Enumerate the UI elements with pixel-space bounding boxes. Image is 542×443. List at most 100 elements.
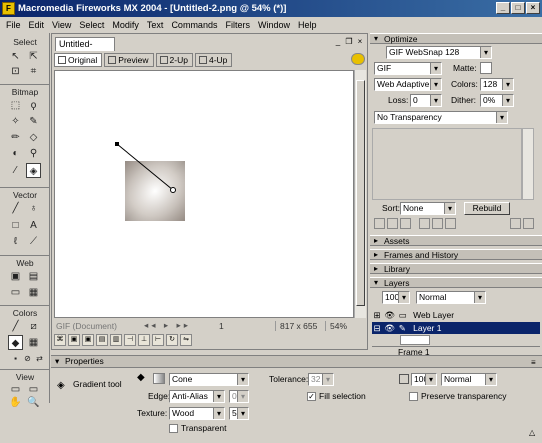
marquee-icon[interactable]: ⬚	[8, 98, 23, 113]
freeform-icon[interactable]: ℓ	[8, 234, 23, 249]
edge-value-input[interactable]: 0	[229, 390, 249, 403]
edit-color-icon[interactable]	[374, 218, 385, 229]
text-icon[interactable]: A	[26, 218, 41, 233]
fill-bucket-icon[interactable]: ◆	[137, 372, 149, 384]
group-icon[interactable]: ⌘	[54, 334, 66, 346]
fill-type-select[interactable]: Cone	[169, 373, 249, 386]
quick-export-icon[interactable]	[351, 53, 365, 65]
blur-icon[interactable]: ◐	[8, 146, 23, 161]
load-palette-icon[interactable]	[510, 218, 521, 229]
save-palette-icon[interactable]	[523, 218, 534, 229]
brush-icon[interactable]: ✎	[26, 114, 41, 129]
align-right-icon[interactable]: ⊢	[152, 334, 164, 346]
maximize-button[interactable]: □	[511, 2, 525, 14]
swap-colors-icon[interactable]: ⇄	[32, 351, 47, 366]
collapse-icon[interactable]: ⊟	[372, 322, 382, 334]
canvas-area[interactable]	[54, 70, 354, 318]
export-format-select[interactable]: GIF	[374, 62, 442, 75]
arrange-front-icon[interactable]: ▣	[68, 334, 80, 346]
web-snap-icon[interactable]	[400, 218, 411, 229]
gradient-handle-end[interactable]	[170, 187, 176, 193]
canvas-vertical-scrollbar[interactable]	[354, 70, 366, 318]
gradient-handle-start[interactable]	[115, 142, 119, 146]
align-icon[interactable]: ▤	[96, 334, 108, 346]
layer-row-web[interactable]: ⊞ 👁 ▭ Web Layer	[372, 309, 540, 321]
crop-icon[interactable]: ⌗	[26, 64, 41, 79]
rectangle-icon[interactable]: □	[8, 218, 23, 233]
tab-original[interactable]: Original	[54, 53, 103, 67]
menu-commands[interactable]: Commands	[167, 20, 221, 30]
loss-input[interactable]: 0	[410, 94, 442, 107]
transparency-select[interactable]: No Transparency	[374, 111, 508, 124]
arrange-back-icon[interactable]: ▣	[82, 334, 94, 346]
matte-swatch[interactable]	[480, 62, 492, 74]
rotate-icon[interactable]: ↻	[166, 334, 178, 346]
visibility-icon[interactable]: 👁	[384, 322, 396, 334]
fill-selection-checkbox[interactable]: ✓	[307, 392, 316, 401]
document-tab[interactable]: Untitled-2.png*	[55, 37, 115, 62]
tab-4up[interactable]: 4-Up	[194, 53, 233, 67]
close-button[interactable]: ×	[526, 2, 540, 14]
menu-edit[interactable]: Edit	[25, 20, 49, 30]
lasso-icon[interactable]: ϙ	[26, 98, 41, 113]
hand-icon[interactable]: ✋	[8, 395, 23, 410]
pointer-icon[interactable]: ↖	[8, 49, 23, 64]
doc-minimize-icon[interactable]: _	[333, 37, 343, 47]
transparent-checkbox[interactable]	[169, 424, 178, 433]
show-slices-icon[interactable]: ▦	[26, 285, 41, 300]
library-panel-header[interactable]: Library	[370, 263, 542, 274]
frame-controls[interactable]: ◂◂ ▸ ▸▸	[144, 320, 219, 331]
dither-input[interactable]: 0%	[480, 94, 514, 107]
pencil-icon[interactable]: ✏	[8, 130, 23, 145]
texture-select[interactable]: Wood	[169, 407, 225, 420]
menu-file[interactable]: File	[2, 20, 25, 30]
frames-history-panel-header[interactable]: Frames and History	[370, 249, 542, 260]
doc-close-icon[interactable]: ×	[355, 37, 365, 47]
gradient-swatch[interactable]	[153, 373, 165, 384]
magic-wand-icon[interactable]: ✧	[8, 114, 23, 129]
pen-icon[interactable]: ♁	[26, 201, 41, 216]
flip-icon[interactable]: ⇋	[180, 334, 192, 346]
palette-select[interactable]: Web Adaptive	[374, 78, 442, 91]
status-zoom[interactable]: 54%	[325, 320, 355, 331]
menu-filters[interactable]: Filters	[221, 20, 254, 30]
rebuild-button[interactable]: Rebuild	[464, 202, 510, 215]
delete-color-icon[interactable]	[445, 218, 456, 229]
edge-select[interactable]: Anti-Alias	[169, 390, 225, 403]
layer-opacity-input[interactable]: 100	[382, 291, 410, 304]
properties-opacity-input[interactable]: 100	[411, 373, 437, 386]
status-dimensions[interactable]: 817 x 655	[275, 320, 325, 331]
menu-select[interactable]: Select	[75, 20, 108, 30]
fill-swatch[interactable]: ▦	[26, 335, 41, 350]
scale-icon[interactable]: ⊡	[8, 64, 23, 79]
slice-icon[interactable]: ▤	[26, 269, 41, 284]
add-color-icon[interactable]	[432, 218, 443, 229]
menu-view[interactable]: View	[48, 20, 75, 30]
visibility-icon[interactable]: 👁	[384, 309, 396, 321]
menu-modify[interactable]: Modify	[108, 20, 143, 30]
scrollbar-thumb[interactable]	[356, 80, 365, 306]
minimize-button[interactable]: _	[496, 2, 510, 14]
layer-row-layer1[interactable]: ⊟ 👁 ✎ Layer 1	[372, 322, 540, 334]
stroke-color-icon[interactable]: ╱	[8, 319, 23, 334]
menu-window[interactable]: Window	[254, 20, 294, 30]
texture-amount-input[interactable]: 50%	[229, 407, 249, 420]
layers-panel-header[interactable]: Layers	[370, 277, 542, 288]
menu-help[interactable]: Help	[294, 20, 321, 30]
expand-icon[interactable]: ⊞	[372, 309, 382, 321]
properties-options-icon[interactable]: ≡	[531, 358, 536, 367]
gradient-bucket-icon[interactable]: ◈	[26, 163, 41, 178]
doc-restore-icon[interactable]: ❐	[344, 37, 354, 47]
transparent-color-icon[interactable]	[387, 218, 398, 229]
tab-2up[interactable]: 2-Up	[155, 53, 193, 67]
properties-blend-select[interactable]: Normal	[441, 373, 497, 386]
layer-blend-select[interactable]: Normal	[416, 291, 486, 304]
optimize-panel-header[interactable]: Optimize	[370, 33, 542, 44]
tolerance-input[interactable]: 32	[308, 373, 334, 386]
rubber-stamp-icon[interactable]: ⚲	[26, 146, 41, 161]
palette-scrollbar[interactable]	[522, 128, 534, 200]
tab-preview[interactable]: Preview	[104, 53, 154, 67]
no-stroke-swatch[interactable]: ⧄	[26, 319, 41, 334]
knife-icon[interactable]: ⟋	[26, 234, 41, 249]
subselect-icon[interactable]: ⇱	[26, 49, 41, 64]
